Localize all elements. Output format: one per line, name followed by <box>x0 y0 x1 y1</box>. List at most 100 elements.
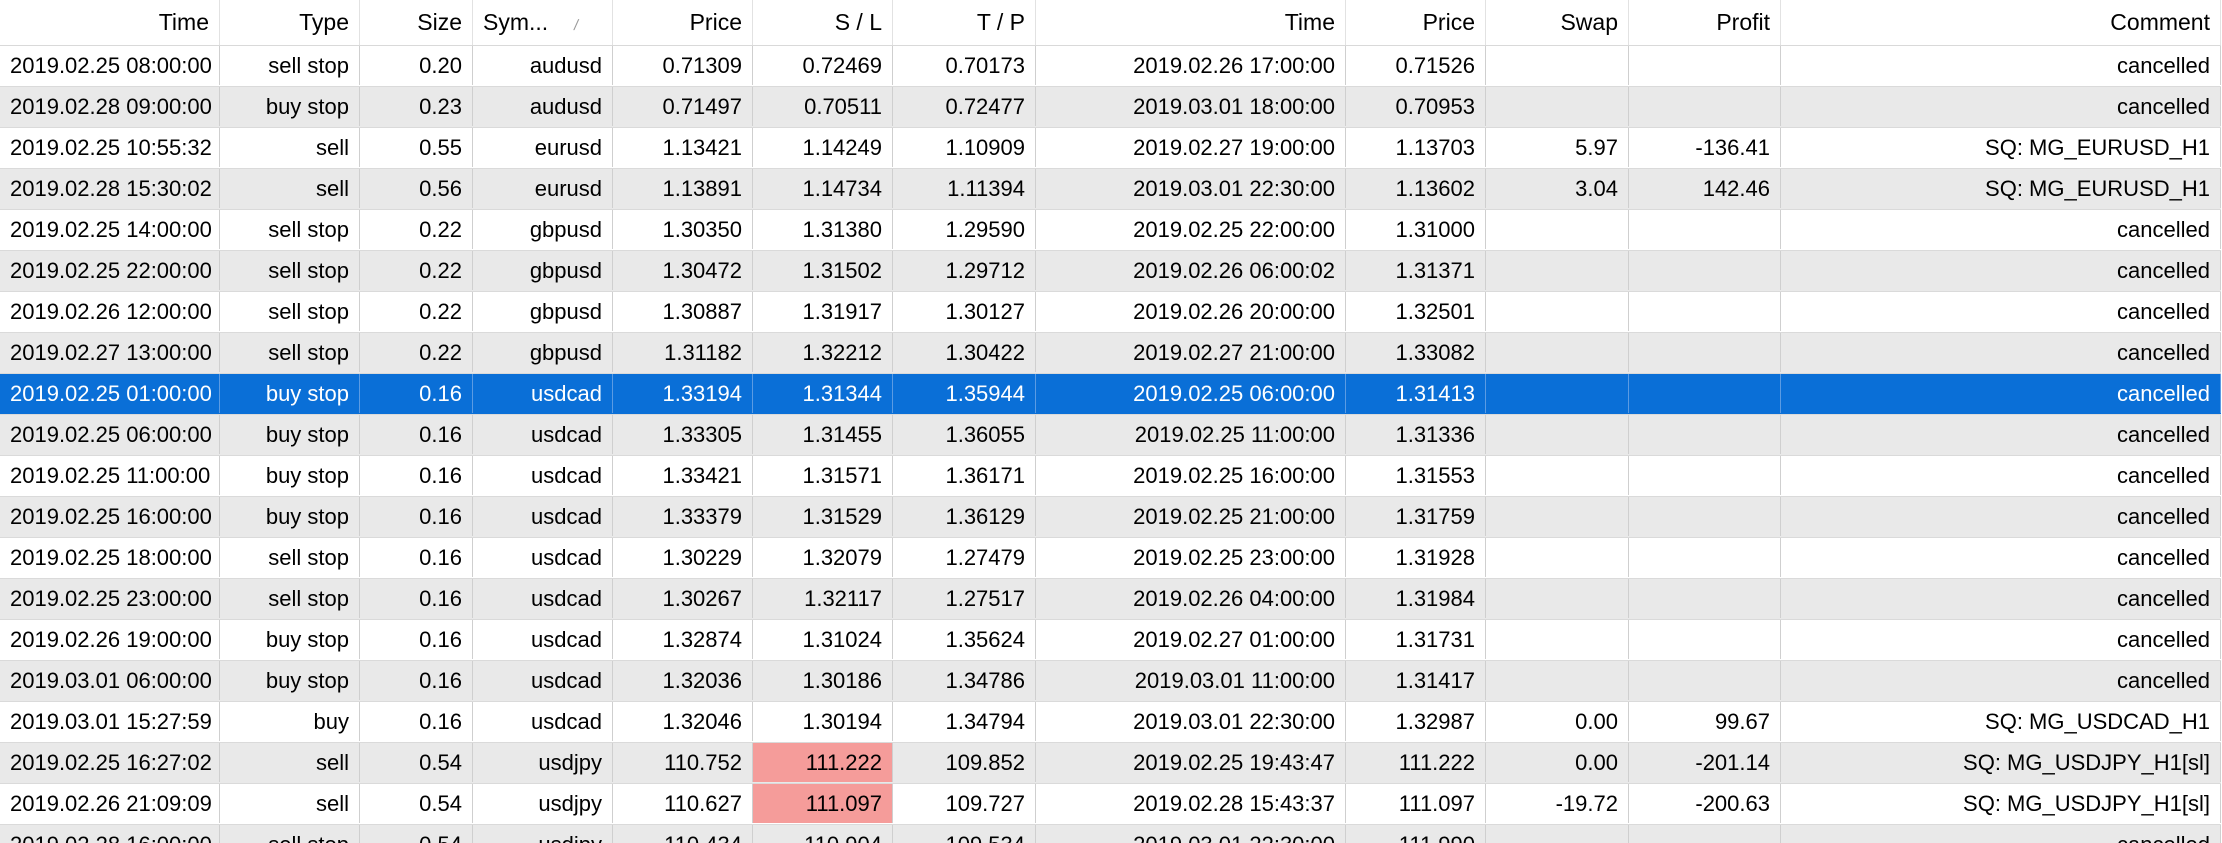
cell-type: sell stop <box>220 538 360 577</box>
table-row[interactable]: 2019.02.25 23:00:00 sell stop 0.16 usdcad 1.… <box>0 579 2221 620</box>
cell-close-time: 2019.03.01 11:00:00 <box>1036 661 1346 700</box>
table-row[interactable]: 2019.02.25 11:00:00 buy stop 0.16 usdcad 1.3… <box>0 456 2221 497</box>
cell-stop-loss: 1.32079 <box>753 538 893 577</box>
cell-profit <box>1629 579 1781 618</box>
cell-swap <box>1486 46 1629 85</box>
cell-comment: cancelled <box>1781 251 2221 290</box>
cell-take-profit: 109.852 <box>893 743 1036 782</box>
table-row[interactable]: 2019.02.28 15:30:02 sell 0.56 eurusd 1.13891… <box>0 169 2221 210</box>
cell-take-profit: 1.36129 <box>893 497 1036 536</box>
cell-profit: -136.41 <box>1629 128 1781 167</box>
cell-take-profit: 1.11394 <box>893 169 1036 208</box>
cell-close-time: 2019.03.01 22:30:00 <box>1036 702 1346 741</box>
cell-open-time: 2019.02.28 16:00:00 <box>0 825 220 843</box>
sort-icon: / <box>572 17 580 34</box>
cell-take-profit: 1.27479 <box>893 538 1036 577</box>
cell-comment: cancelled <box>1781 579 2221 618</box>
cell-symbol: eurusd <box>473 128 613 167</box>
cell-take-profit: 1.34786 <box>893 661 1036 700</box>
cell-open-time: 2019.02.25 22:00:00 <box>0 251 220 290</box>
table-row[interactable]: 2019.02.25 16:00:00 buy stop 0.16 usdcad 1.3… <box>0 497 2221 538</box>
table-row[interactable]: 2019.02.25 14:00:00 sell stop 0.22 gbpusd 1.… <box>0 210 2221 251</box>
cell-profit <box>1629 415 1781 454</box>
cell-close-time: 2019.02.26 17:00:00 <box>1036 46 1346 85</box>
cell-comment: cancelled <box>1781 333 2221 372</box>
column-header-swap[interactable]: Swap <box>1486 0 1629 45</box>
cell-open-price: 1.30350 <box>613 210 753 249</box>
cell-open-time: 2019.02.28 15:30:02 <box>0 169 220 208</box>
column-header-close-price[interactable]: Price <box>1346 0 1486 45</box>
cell-close-price: 111.990 <box>1346 825 1486 843</box>
cell-profit <box>1629 333 1781 372</box>
table-row[interactable]: 2019.02.27 13:00:00 sell stop 0.22 gbpusd 1.… <box>0 333 2221 374</box>
table-row[interactable]: 2019.02.25 16:27:02 sell 0.54 usdjpy 110.752… <box>0 743 2221 784</box>
cell-open-time: 2019.02.27 13:00:00 <box>0 333 220 372</box>
table-row[interactable]: 2019.03.01 06:00:00 buy stop 0.16 usdcad 1.3… <box>0 661 2221 702</box>
column-header-type[interactable]: Type <box>220 0 360 45</box>
cell-size: 0.16 <box>360 456 473 495</box>
cell-symbol: eurusd <box>473 169 613 208</box>
cell-swap <box>1486 333 1629 372</box>
cell-profit <box>1629 46 1781 85</box>
cell-close-price: 1.13602 <box>1346 169 1486 208</box>
cell-close-price: 1.31336 <box>1346 415 1486 454</box>
cell-stop-loss: 110.904 <box>753 825 893 843</box>
cell-open-price: 110.752 <box>613 743 753 782</box>
cell-profit <box>1629 374 1781 413</box>
cell-open-price: 0.71497 <box>613 87 753 126</box>
cell-comment: SQ: MG_USDJPY_H1[sl] <box>1781 743 2221 782</box>
column-header-take-profit[interactable]: T / P <box>893 0 1036 45</box>
column-header-profit[interactable]: Profit <box>1629 0 1781 45</box>
table-body: 2019.02.25 08:00:00 sell stop 0.20 audusd 0.… <box>0 46 2222 843</box>
cell-take-profit: 1.29712 <box>893 251 1036 290</box>
table-row[interactable]: 2019.02.26 19:00:00 buy stop 0.16 usdcad 1.3… <box>0 620 2221 661</box>
cell-open-time: 2019.02.25 08:00:00 <box>0 46 220 85</box>
table-row[interactable]: 2019.02.25 10:55:32 sell 0.55 eurusd 1.13421… <box>0 128 2221 169</box>
column-header-open-time[interactable]: Time <box>0 0 220 45</box>
cell-size: 0.23 <box>360 87 473 126</box>
cell-close-price: 1.31000 <box>1346 210 1486 249</box>
cell-open-time: 2019.02.25 14:00:00 <box>0 210 220 249</box>
cell-symbol: gbpusd <box>473 333 613 372</box>
cell-comment: SQ: MG_EURUSD_H1 <box>1781 169 2221 208</box>
table-row[interactable]: 2019.02.26 12:00:00 sell stop 0.22 gbpusd 1.… <box>0 292 2221 333</box>
column-header-open-price[interactable]: Price <box>613 0 753 45</box>
cell-open-time: 2019.03.01 06:00:00 <box>0 661 220 700</box>
cell-open-time: 2019.02.25 11:00:00 <box>0 456 220 495</box>
cell-symbol: gbpusd <box>473 292 613 331</box>
cell-take-profit: 1.30127 <box>893 292 1036 331</box>
column-header-stop-loss[interactable]: S / L <box>753 0 893 45</box>
table-row[interactable]: 2019.02.26 21:09:09 sell 0.54 usdjpy 110.627… <box>0 784 2221 825</box>
cell-open-time: 2019.03.01 15:27:59 <box>0 702 220 741</box>
table-row[interactable]: 2019.02.25 18:00:00 sell stop 0.16 usdcad 1.… <box>0 538 2221 579</box>
cell-close-time: 2019.02.25 19:43:47 <box>1036 743 1346 782</box>
cell-stop-loss: 1.31571 <box>753 456 893 495</box>
table-row[interactable]: 2019.03.01 15:27:59 buy 0.16 usdcad 1.32046 1… <box>0 702 2221 743</box>
column-header-symbol[interactable]: Sym... / <box>473 0 613 45</box>
cell-take-profit: 1.29590 <box>893 210 1036 249</box>
column-header-close-time[interactable]: Time <box>1036 0 1346 45</box>
table-row[interactable]: 2019.02.25 06:00:00 buy stop 0.16 usdcad 1.3… <box>0 415 2221 456</box>
cell-take-profit: 109.534 <box>893 825 1036 843</box>
cell-type: sell stop <box>220 825 360 843</box>
cell-size: 0.22 <box>360 210 473 249</box>
cell-open-price: 1.32874 <box>613 620 753 659</box>
table-row[interactable]: 2019.02.25 08:00:00 sell stop 0.20 audusd 0.… <box>0 46 2221 87</box>
table-row[interactable]: 2019.02.25 01:00:00 buy stop 0.16 usdcad 1.3… <box>0 374 2221 415</box>
cell-profit <box>1629 292 1781 331</box>
cell-comment: cancelled <box>1781 825 2221 843</box>
cell-type: sell <box>220 743 360 782</box>
column-header-comment[interactable]: Comment <box>1781 0 2221 45</box>
cell-stop-loss: 1.31380 <box>753 210 893 249</box>
column-header-size[interactable]: Size <box>360 0 473 45</box>
cell-close-price: 111.222 <box>1346 743 1486 782</box>
cell-swap <box>1486 825 1629 843</box>
cell-open-time: 2019.02.25 18:00:00 <box>0 538 220 577</box>
cell-comment: cancelled <box>1781 210 2221 249</box>
table-row[interactable]: 2019.02.28 16:00:00sell stop0.54usdjpy11… <box>0 825 2221 843</box>
cell-comment: cancelled <box>1781 538 2221 577</box>
cell-symbol: usdcad <box>473 538 613 577</box>
table-row[interactable]: 2019.02.28 09:00:00 buy stop 0.23 audusd 0.7… <box>0 87 2221 128</box>
cell-open-time: 2019.02.25 23:00:00 <box>0 579 220 618</box>
table-row[interactable]: 2019.02.25 22:00:00 sell stop 0.22 gbpusd 1.… <box>0 251 2221 292</box>
